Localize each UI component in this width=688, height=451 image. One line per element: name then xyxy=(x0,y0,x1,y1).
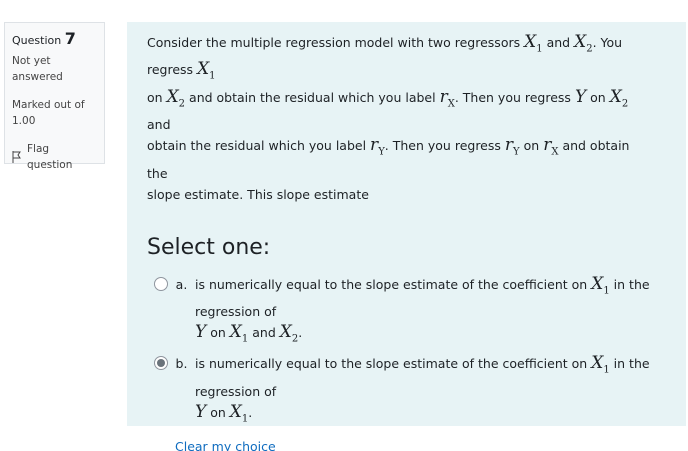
option-letter-a: a. xyxy=(175,276,188,292)
question-number: Question 7 xyxy=(12,29,97,51)
question-number-value: 7 xyxy=(64,29,76,48)
answer-options: a. is numerically equal to the slope est… xyxy=(147,274,666,430)
question-state: Not yet answered xyxy=(12,55,63,83)
question-grade: Marked out of 1.00 xyxy=(12,99,85,127)
question-text: Consider the multiple regression model w… xyxy=(147,32,630,202)
question-info-panel: Question 7 Not yet answered Marked out o… xyxy=(4,22,105,171)
radio-option-a[interactable] xyxy=(154,276,168,291)
select-one-prompt: Select one: xyxy=(147,234,271,260)
option-text-b[interactable]: is numerically equal to the slope estima… xyxy=(195,353,666,429)
clear-choice-link[interactable]: Clear my choice xyxy=(175,439,276,451)
flag-question-label: Flag question xyxy=(27,143,73,171)
question-content: Consider the multiple regression model w… xyxy=(127,22,686,451)
question-label: Question xyxy=(12,34,62,47)
answer-option-a[interactable]: a. is numerically equal to the slope est… xyxy=(154,274,666,350)
option-text-a[interactable]: is numerically equal to the slope estima… xyxy=(195,274,666,350)
flag-icon xyxy=(12,151,22,163)
option-letter-b: b. xyxy=(175,356,188,372)
flag-question-button[interactable]: Flag question xyxy=(12,141,97,173)
radio-option-b[interactable] xyxy=(154,356,168,371)
answer-option-b[interactable]: b. is numerically equal to the slope est… xyxy=(154,353,666,429)
